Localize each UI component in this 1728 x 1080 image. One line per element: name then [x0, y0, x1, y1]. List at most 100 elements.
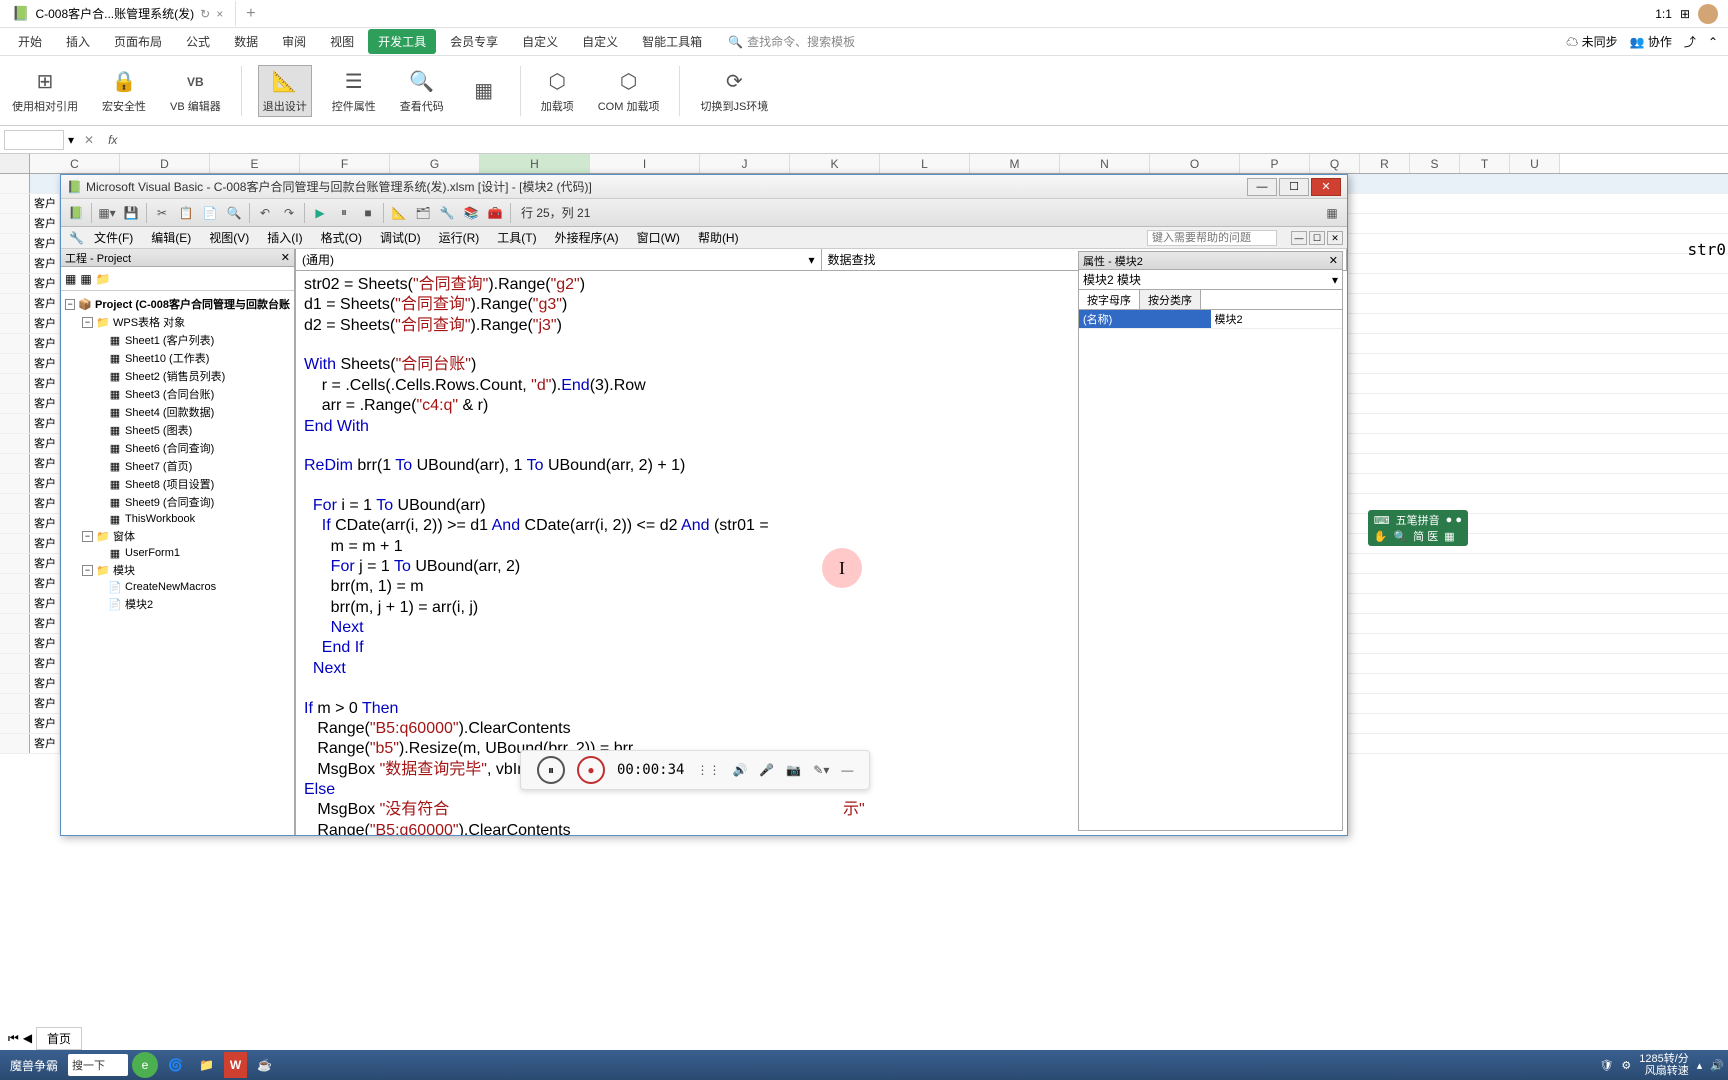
col-header[interactable]: D	[120, 154, 210, 173]
sheet-tab-home[interactable]: 首页	[36, 1027, 82, 1050]
drag-handle-icon[interactable]: ⋮⋮	[696, 763, 720, 777]
col-header[interactable]: E	[210, 154, 300, 173]
view-object-icon[interactable]: ▦	[80, 272, 91, 286]
tree-sheet-item[interactable]: ▦Sheet9 (合同查询)	[65, 493, 290, 511]
taskbar-browser-icon[interactable]: e	[132, 1052, 158, 1078]
row-header[interactable]	[0, 414, 30, 433]
tree-sheet-item[interactable]: ▦ThisWorkbook	[65, 511, 290, 527]
vbe-menu-run[interactable]: 运行(R)	[431, 227, 488, 248]
vbe-menu-addins[interactable]: 外接程序(A)	[547, 227, 627, 248]
menu-formula[interactable]: 公式	[176, 29, 220, 54]
name-box[interactable]	[4, 130, 64, 150]
menu-custom2[interactable]: 自定义	[572, 29, 628, 54]
row-header[interactable]	[0, 214, 30, 233]
tree-sheet-item[interactable]: ▦Sheet10 (工作表)	[65, 349, 290, 367]
row-header[interactable]	[0, 254, 30, 273]
ribbon-addins[interactable]: ⬡加载项	[537, 66, 578, 116]
row-header[interactable]	[0, 574, 30, 593]
vbe-tb-find-icon[interactable]: 🔍	[223, 202, 245, 224]
volume-icon[interactable]: 🔊	[732, 763, 747, 777]
menu-start[interactable]: 开始	[8, 29, 52, 54]
row-header[interactable]	[0, 654, 30, 673]
new-tab-button[interactable]: +	[236, 1, 265, 27]
document-tab[interactable]: 📗 C-008客户合...账管理系统(发) ↻ ×	[0, 1, 236, 26]
row-header[interactable]	[0, 474, 30, 493]
tree-collapse-icon[interactable]: −	[82, 317, 93, 328]
close-icon[interactable]: ×	[216, 7, 223, 21]
tab-nav-first[interactable]: ⏮	[8, 1031, 19, 1046]
row-header[interactable]	[0, 714, 30, 733]
command-search[interactable]: 🔍 查找命令、搜索模板	[728, 33, 855, 50]
ribbon-com-addins[interactable]: ⬡COM 加载项	[594, 66, 664, 116]
col-header[interactable]: S	[1410, 154, 1460, 173]
tree-sheet-item[interactable]: ▦Sheet8 (项目设置)	[65, 475, 290, 493]
props-tab-category[interactable]: 按分类序	[1140, 290, 1201, 309]
menu-devtools[interactable]: 开发工具	[368, 29, 436, 54]
vbe-tb-excel-icon[interactable]: 📗	[65, 202, 87, 224]
menu-smart[interactable]: 智能工具箱	[632, 29, 712, 54]
mdi-minimize-button[interactable]: —	[1291, 231, 1307, 245]
props-object-combo[interactable]: 模块2 模块▾	[1079, 270, 1342, 290]
row-header[interactable]	[0, 634, 30, 653]
cancel-icon[interactable]: ✕	[78, 133, 100, 147]
vbe-menu-view[interactable]: 视图(V)	[201, 227, 257, 248]
col-header[interactable]: H	[480, 154, 590, 173]
row-header[interactable]	[0, 334, 30, 353]
chevron-icon[interactable]: ⌃	[1708, 35, 1718, 49]
col-header[interactable]: K	[790, 154, 880, 173]
row-header[interactable]	[0, 394, 30, 413]
vbe-titlebar[interactable]: 📗 Microsoft Visual Basic - C-008客户合同管理与回…	[61, 175, 1347, 199]
col-header[interactable]: P	[1240, 154, 1310, 173]
taskbar-wps-icon[interactable]: W	[224, 1052, 247, 1078]
record-button[interactable]: ●	[577, 756, 605, 784]
col-header[interactable]: J	[700, 154, 790, 173]
collab[interactable]: 👥 协作	[1630, 33, 1672, 50]
tree-sheet-item[interactable]: ▦Sheet6 (合同查询)	[65, 439, 290, 457]
row-header[interactable]	[0, 694, 30, 713]
pen-icon[interactable]: ✎▾	[813, 763, 829, 777]
col-header[interactable]: U	[1510, 154, 1560, 173]
ribbon-view-code[interactable]: 🔍查看代码	[396, 66, 448, 116]
ribbon-relative-ref[interactable]: ⊞使用相对引用	[8, 66, 82, 116]
row-header[interactable]	[0, 554, 30, 573]
mic-icon[interactable]: 🎤	[759, 763, 774, 777]
ribbon-js-switch[interactable]: ⟳切换到JS环境	[696, 66, 772, 116]
minimize-icon[interactable]: —	[841, 763, 853, 777]
col-header[interactable]: F	[300, 154, 390, 173]
taskbar-app[interactable]: 魔兽争霸	[4, 1052, 64, 1078]
name-dropdown-icon[interactable]: ▾	[68, 133, 74, 147]
tray-icon[interactable]: ⚙	[1621, 1059, 1631, 1072]
tray-volume-icon[interactable]: 🔊	[1710, 1059, 1724, 1072]
share-icon[interactable]: ⤴	[1684, 33, 1696, 50]
row-header[interactable]	[0, 594, 30, 613]
tree-sheet-item[interactable]: ▦Sheet2 (销售员列表)	[65, 367, 290, 385]
vbe-tb-props-icon[interactable]: 🔧	[436, 202, 458, 224]
row-header[interactable]	[0, 614, 30, 633]
toggle-folders-icon[interactable]: 📁	[96, 272, 111, 286]
col-header[interactable]: O	[1150, 154, 1240, 173]
view-ratio-icon[interactable]: 1:1	[1655, 7, 1672, 21]
row-header[interactable]	[0, 734, 30, 753]
row-header[interactable]	[0, 314, 30, 333]
select-all-corner[interactable]	[0, 154, 30, 173]
close-button[interactable]: ✕	[1311, 178, 1341, 196]
row-header[interactable]	[0, 514, 30, 533]
pause-button[interactable]: ⏸	[537, 756, 565, 784]
menu-insert[interactable]: 插入	[56, 29, 100, 54]
col-header[interactable]: M	[970, 154, 1060, 173]
ribbon-macro-security[interactable]: 🔒宏安全性	[98, 66, 150, 116]
view-code-icon[interactable]: ▦	[65, 272, 76, 286]
vbe-help-search[interactable]	[1147, 230, 1277, 246]
mdi-close-button[interactable]: ✕	[1327, 231, 1343, 245]
col-header[interactable]: T	[1460, 154, 1510, 173]
row-header[interactable]	[0, 374, 30, 393]
object-dropdown[interactable]: (通用)▾	[296, 249, 822, 270]
ribbon-exit-design[interactable]: 📐退出设计	[258, 65, 312, 117]
tree-sheet-item[interactable]: ▦Sheet3 (合同台账)	[65, 385, 290, 403]
col-header[interactable]: Q	[1310, 154, 1360, 173]
vbe-tb-insert-icon[interactable]: ▦▾	[96, 202, 118, 224]
vbe-tb-run-icon[interactable]: ▶	[309, 202, 331, 224]
vbe-menu-insert[interactable]: 插入(I)	[259, 227, 310, 248]
vbe-menu-window[interactable]: 窗口(W)	[629, 227, 688, 248]
panel-close-icon[interactable]: ✕	[1329, 254, 1338, 267]
